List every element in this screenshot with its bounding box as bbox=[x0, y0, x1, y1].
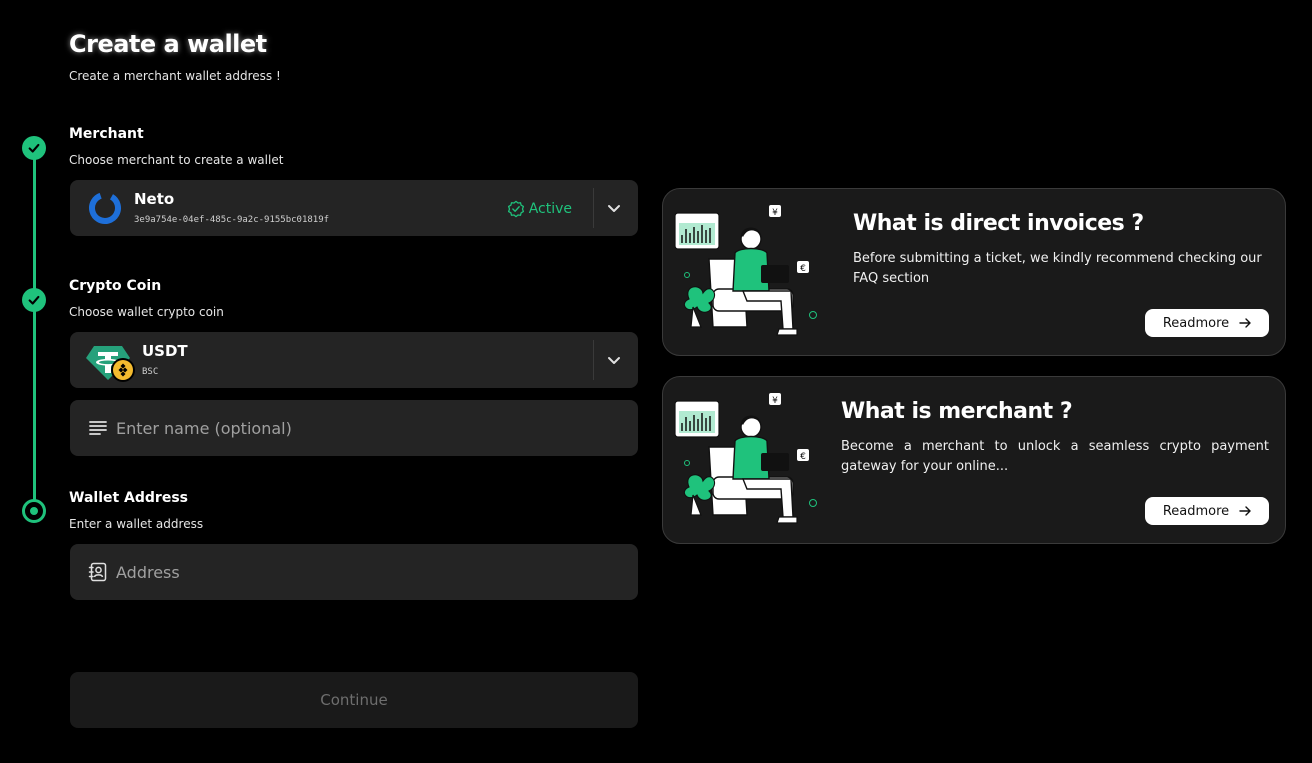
arrow-right-icon bbox=[1239, 318, 1251, 328]
stepper-line bbox=[33, 148, 36, 511]
info-card-direct-invoices: ¥ € What is direct invoices ? Before sub… bbox=[662, 188, 1286, 356]
step-wallet-current bbox=[22, 499, 46, 523]
merchant-id: 3e9a754e-04ef-485c-9a2c-9155bc01819f bbox=[134, 215, 330, 225]
tether-icon bbox=[86, 346, 135, 382]
check-circle-icon bbox=[507, 200, 524, 218]
check-icon bbox=[28, 295, 40, 305]
coin-label: Crypto Coin bbox=[69, 278, 162, 294]
address-input[interactable] bbox=[116, 544, 616, 600]
lines-icon bbox=[89, 421, 107, 435]
step-coin-done bbox=[22, 288, 46, 312]
name-field[interactable] bbox=[70, 400, 638, 456]
merchant-help: Choose merchant to create a wallet bbox=[69, 153, 284, 167]
readmore-button[interactable]: Readmore bbox=[1145, 497, 1269, 525]
svg-text:€: € bbox=[800, 264, 806, 274]
coin-select[interactable]: USDT BSC bbox=[70, 332, 638, 388]
card-description: Before submitting a ticket, we kindly re… bbox=[853, 251, 1262, 286]
info-card-merchant: ¥ € What is merchant ? Become a merchant… bbox=[662, 376, 1286, 544]
dot-icon bbox=[30, 507, 38, 515]
continue-button[interactable]: Continue bbox=[70, 672, 638, 728]
status-text: Active bbox=[528, 201, 572, 217]
chevron-down-icon[interactable] bbox=[606, 200, 622, 216]
svg-text:¥: ¥ bbox=[772, 208, 778, 218]
card-description: Become a merchant to unlock a seamless c… bbox=[841, 439, 1269, 474]
coin-name: USDT bbox=[142, 342, 188, 360]
person-laptop-illustration: ¥ € bbox=[674, 393, 817, 524]
merchant-label: Merchant bbox=[69, 126, 144, 142]
arrow-right-icon bbox=[1239, 506, 1251, 516]
merchant-select[interactable]: Neto 3e9a754e-04ef-485c-9a2c-9155bc01819… bbox=[70, 180, 638, 236]
step-merchant-done bbox=[22, 136, 46, 160]
name-input[interactable] bbox=[116, 400, 616, 456]
merchant-logo bbox=[89, 192, 121, 225]
page-title: Create a wallet bbox=[69, 30, 267, 58]
svg-text:€: € bbox=[800, 452, 806, 462]
dropdown-divider bbox=[593, 340, 594, 380]
readmore-label: Readmore bbox=[1162, 315, 1230, 331]
status-badge: Active bbox=[507, 200, 572, 218]
readmore-label: Readmore bbox=[1162, 503, 1230, 519]
readmore-button[interactable]: Readmore bbox=[1145, 309, 1269, 337]
merchant-name: Neto bbox=[134, 190, 175, 208]
wallet-help: Enter a wallet address bbox=[69, 517, 204, 531]
wallet-label: Wallet Address bbox=[69, 490, 188, 506]
coin-help: Choose wallet crypto coin bbox=[69, 305, 224, 319]
person-laptop-illustration: ¥ € bbox=[674, 205, 817, 336]
card-title: What is direct invoices ? bbox=[853, 211, 1144, 236]
coin-network: BSC bbox=[142, 367, 159, 377]
dropdown-divider bbox=[593, 188, 594, 228]
chevron-down-icon[interactable] bbox=[606, 352, 622, 368]
svg-text:¥: ¥ bbox=[772, 396, 778, 406]
address-book-icon bbox=[88, 562, 107, 582]
card-title: What is merchant ? bbox=[841, 399, 1073, 424]
check-icon bbox=[28, 143, 40, 153]
page-subtitle: Create a merchant wallet address ! bbox=[69, 69, 281, 83]
address-field[interactable] bbox=[70, 544, 638, 600]
